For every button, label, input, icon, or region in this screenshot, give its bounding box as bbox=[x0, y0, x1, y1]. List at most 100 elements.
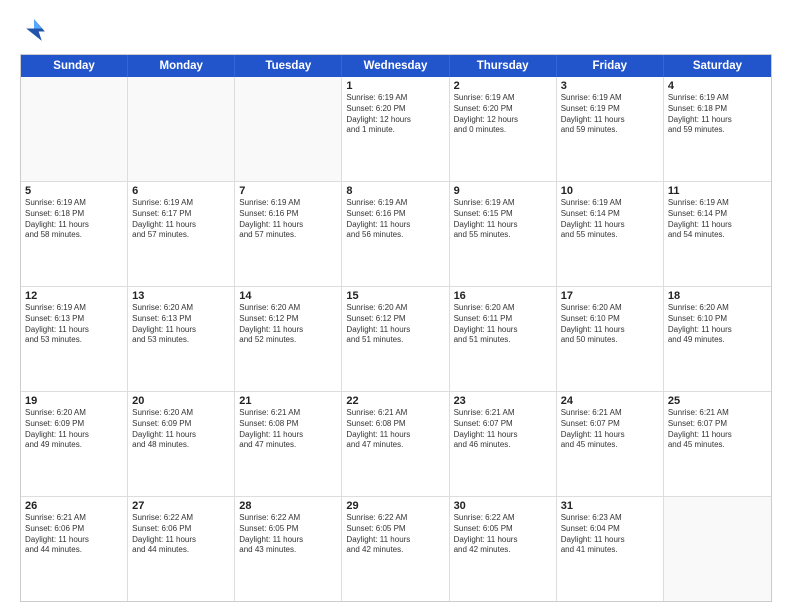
calendar-cell: 24Sunrise: 6:21 AM Sunset: 6:07 PM Dayli… bbox=[557, 392, 664, 496]
day-number: 13 bbox=[132, 290, 230, 302]
calendar-cell: 7Sunrise: 6:19 AM Sunset: 6:16 PM Daylig… bbox=[235, 182, 342, 286]
day-number: 27 bbox=[132, 500, 230, 512]
cell-info: Sunrise: 6:21 AM Sunset: 6:08 PM Dayligh… bbox=[239, 408, 337, 451]
calendar-header-cell: Thursday bbox=[450, 55, 557, 77]
cell-info: Sunrise: 6:21 AM Sunset: 6:07 PM Dayligh… bbox=[561, 408, 659, 451]
calendar-cell: 18Sunrise: 6:20 AM Sunset: 6:10 PM Dayli… bbox=[664, 287, 771, 391]
cell-info: Sunrise: 6:20 AM Sunset: 6:12 PM Dayligh… bbox=[346, 303, 444, 346]
calendar-cell: 14Sunrise: 6:20 AM Sunset: 6:12 PM Dayli… bbox=[235, 287, 342, 391]
calendar-header-cell: Friday bbox=[557, 55, 664, 77]
cell-info: Sunrise: 6:21 AM Sunset: 6:07 PM Dayligh… bbox=[668, 408, 767, 451]
cell-info: Sunrise: 6:23 AM Sunset: 6:04 PM Dayligh… bbox=[561, 513, 659, 556]
calendar-cell: 30Sunrise: 6:22 AM Sunset: 6:05 PM Dayli… bbox=[450, 497, 557, 601]
day-number: 26 bbox=[25, 500, 123, 512]
day-number: 14 bbox=[239, 290, 337, 302]
cell-info: Sunrise: 6:19 AM Sunset: 6:16 PM Dayligh… bbox=[239, 198, 337, 241]
calendar-cell bbox=[664, 497, 771, 601]
day-number: 17 bbox=[561, 290, 659, 302]
calendar-row: 26Sunrise: 6:21 AM Sunset: 6:06 PM Dayli… bbox=[21, 497, 771, 601]
calendar-cell: 31Sunrise: 6:23 AM Sunset: 6:04 PM Dayli… bbox=[557, 497, 664, 601]
day-number: 4 bbox=[668, 80, 767, 92]
day-number: 10 bbox=[561, 185, 659, 197]
day-number: 11 bbox=[668, 185, 767, 197]
cell-info: Sunrise: 6:19 AM Sunset: 6:16 PM Dayligh… bbox=[346, 198, 444, 241]
calendar-cell: 29Sunrise: 6:22 AM Sunset: 6:05 PM Dayli… bbox=[342, 497, 449, 601]
cell-info: Sunrise: 6:20 AM Sunset: 6:11 PM Dayligh… bbox=[454, 303, 552, 346]
day-number: 3 bbox=[561, 80, 659, 92]
calendar-row: 5Sunrise: 6:19 AM Sunset: 6:18 PM Daylig… bbox=[21, 182, 771, 287]
calendar-cell: 21Sunrise: 6:21 AM Sunset: 6:08 PM Dayli… bbox=[235, 392, 342, 496]
calendar-header-cell: Tuesday bbox=[235, 55, 342, 77]
calendar-cell: 8Sunrise: 6:19 AM Sunset: 6:16 PM Daylig… bbox=[342, 182, 449, 286]
cell-info: Sunrise: 6:20 AM Sunset: 6:13 PM Dayligh… bbox=[132, 303, 230, 346]
day-number: 24 bbox=[561, 395, 659, 407]
cell-info: Sunrise: 6:21 AM Sunset: 6:08 PM Dayligh… bbox=[346, 408, 444, 451]
calendar-cell: 2Sunrise: 6:19 AM Sunset: 6:20 PM Daylig… bbox=[450, 77, 557, 181]
day-number: 15 bbox=[346, 290, 444, 302]
calendar-cell: 4Sunrise: 6:19 AM Sunset: 6:18 PM Daylig… bbox=[664, 77, 771, 181]
page: SundayMondayTuesdayWednesdayThursdayFrid… bbox=[0, 0, 792, 612]
logo-icon bbox=[20, 16, 48, 44]
calendar-cell: 9Sunrise: 6:19 AM Sunset: 6:15 PM Daylig… bbox=[450, 182, 557, 286]
day-number: 30 bbox=[454, 500, 552, 512]
calendar-cell: 1Sunrise: 6:19 AM Sunset: 6:20 PM Daylig… bbox=[342, 77, 449, 181]
day-number: 7 bbox=[239, 185, 337, 197]
day-number: 16 bbox=[454, 290, 552, 302]
cell-info: Sunrise: 6:19 AM Sunset: 6:20 PM Dayligh… bbox=[454, 93, 552, 136]
cell-info: Sunrise: 6:19 AM Sunset: 6:14 PM Dayligh… bbox=[668, 198, 767, 241]
calendar-header: SundayMondayTuesdayWednesdayThursdayFrid… bbox=[21, 55, 771, 77]
calendar-cell: 15Sunrise: 6:20 AM Sunset: 6:12 PM Dayli… bbox=[342, 287, 449, 391]
calendar-cell: 3Sunrise: 6:19 AM Sunset: 6:19 PM Daylig… bbox=[557, 77, 664, 181]
day-number: 18 bbox=[668, 290, 767, 302]
calendar-header-cell: Sunday bbox=[21, 55, 128, 77]
logo bbox=[20, 16, 52, 44]
day-number: 6 bbox=[132, 185, 230, 197]
cell-info: Sunrise: 6:19 AM Sunset: 6:14 PM Dayligh… bbox=[561, 198, 659, 241]
day-number: 23 bbox=[454, 395, 552, 407]
calendar-header-cell: Saturday bbox=[664, 55, 771, 77]
cell-info: Sunrise: 6:22 AM Sunset: 6:06 PM Dayligh… bbox=[132, 513, 230, 556]
cell-info: Sunrise: 6:19 AM Sunset: 6:17 PM Dayligh… bbox=[132, 198, 230, 241]
cell-info: Sunrise: 6:22 AM Sunset: 6:05 PM Dayligh… bbox=[346, 513, 444, 556]
calendar-cell bbox=[21, 77, 128, 181]
day-number: 1 bbox=[346, 80, 444, 92]
calendar-row: 12Sunrise: 6:19 AM Sunset: 6:13 PM Dayli… bbox=[21, 287, 771, 392]
calendar-cell: 12Sunrise: 6:19 AM Sunset: 6:13 PM Dayli… bbox=[21, 287, 128, 391]
day-number: 9 bbox=[454, 185, 552, 197]
day-number: 20 bbox=[132, 395, 230, 407]
calendar-cell: 26Sunrise: 6:21 AM Sunset: 6:06 PM Dayli… bbox=[21, 497, 128, 601]
cell-info: Sunrise: 6:22 AM Sunset: 6:05 PM Dayligh… bbox=[239, 513, 337, 556]
calendar-cell: 5Sunrise: 6:19 AM Sunset: 6:18 PM Daylig… bbox=[21, 182, 128, 286]
calendar-cell: 23Sunrise: 6:21 AM Sunset: 6:07 PM Dayli… bbox=[450, 392, 557, 496]
calendar-cell: 11Sunrise: 6:19 AM Sunset: 6:14 PM Dayli… bbox=[664, 182, 771, 286]
day-number: 2 bbox=[454, 80, 552, 92]
cell-info: Sunrise: 6:20 AM Sunset: 6:12 PM Dayligh… bbox=[239, 303, 337, 346]
calendar-cell: 16Sunrise: 6:20 AM Sunset: 6:11 PM Dayli… bbox=[450, 287, 557, 391]
cell-info: Sunrise: 6:19 AM Sunset: 6:18 PM Dayligh… bbox=[668, 93, 767, 136]
day-number: 31 bbox=[561, 500, 659, 512]
calendar: SundayMondayTuesdayWednesdayThursdayFrid… bbox=[20, 54, 772, 602]
calendar-cell bbox=[128, 77, 235, 181]
day-number: 19 bbox=[25, 395, 123, 407]
calendar-row: 19Sunrise: 6:20 AM Sunset: 6:09 PM Dayli… bbox=[21, 392, 771, 497]
cell-info: Sunrise: 6:21 AM Sunset: 6:07 PM Dayligh… bbox=[454, 408, 552, 451]
day-number: 21 bbox=[239, 395, 337, 407]
cell-info: Sunrise: 6:19 AM Sunset: 6:15 PM Dayligh… bbox=[454, 198, 552, 241]
cell-info: Sunrise: 6:19 AM Sunset: 6:20 PM Dayligh… bbox=[346, 93, 444, 136]
cell-info: Sunrise: 6:19 AM Sunset: 6:18 PM Dayligh… bbox=[25, 198, 123, 241]
calendar-cell: 10Sunrise: 6:19 AM Sunset: 6:14 PM Dayli… bbox=[557, 182, 664, 286]
day-number: 22 bbox=[346, 395, 444, 407]
cell-info: Sunrise: 6:20 AM Sunset: 6:10 PM Dayligh… bbox=[561, 303, 659, 346]
cell-info: Sunrise: 6:22 AM Sunset: 6:05 PM Dayligh… bbox=[454, 513, 552, 556]
calendar-cell: 27Sunrise: 6:22 AM Sunset: 6:06 PM Dayli… bbox=[128, 497, 235, 601]
calendar-cell bbox=[235, 77, 342, 181]
calendar-cell: 17Sunrise: 6:20 AM Sunset: 6:10 PM Dayli… bbox=[557, 287, 664, 391]
header bbox=[20, 16, 772, 44]
cell-info: Sunrise: 6:19 AM Sunset: 6:19 PM Dayligh… bbox=[561, 93, 659, 136]
cell-info: Sunrise: 6:20 AM Sunset: 6:10 PM Dayligh… bbox=[668, 303, 767, 346]
day-number: 8 bbox=[346, 185, 444, 197]
calendar-cell: 20Sunrise: 6:20 AM Sunset: 6:09 PM Dayli… bbox=[128, 392, 235, 496]
day-number: 28 bbox=[239, 500, 337, 512]
calendar-cell: 13Sunrise: 6:20 AM Sunset: 6:13 PM Dayli… bbox=[128, 287, 235, 391]
calendar-cell: 6Sunrise: 6:19 AM Sunset: 6:17 PM Daylig… bbox=[128, 182, 235, 286]
